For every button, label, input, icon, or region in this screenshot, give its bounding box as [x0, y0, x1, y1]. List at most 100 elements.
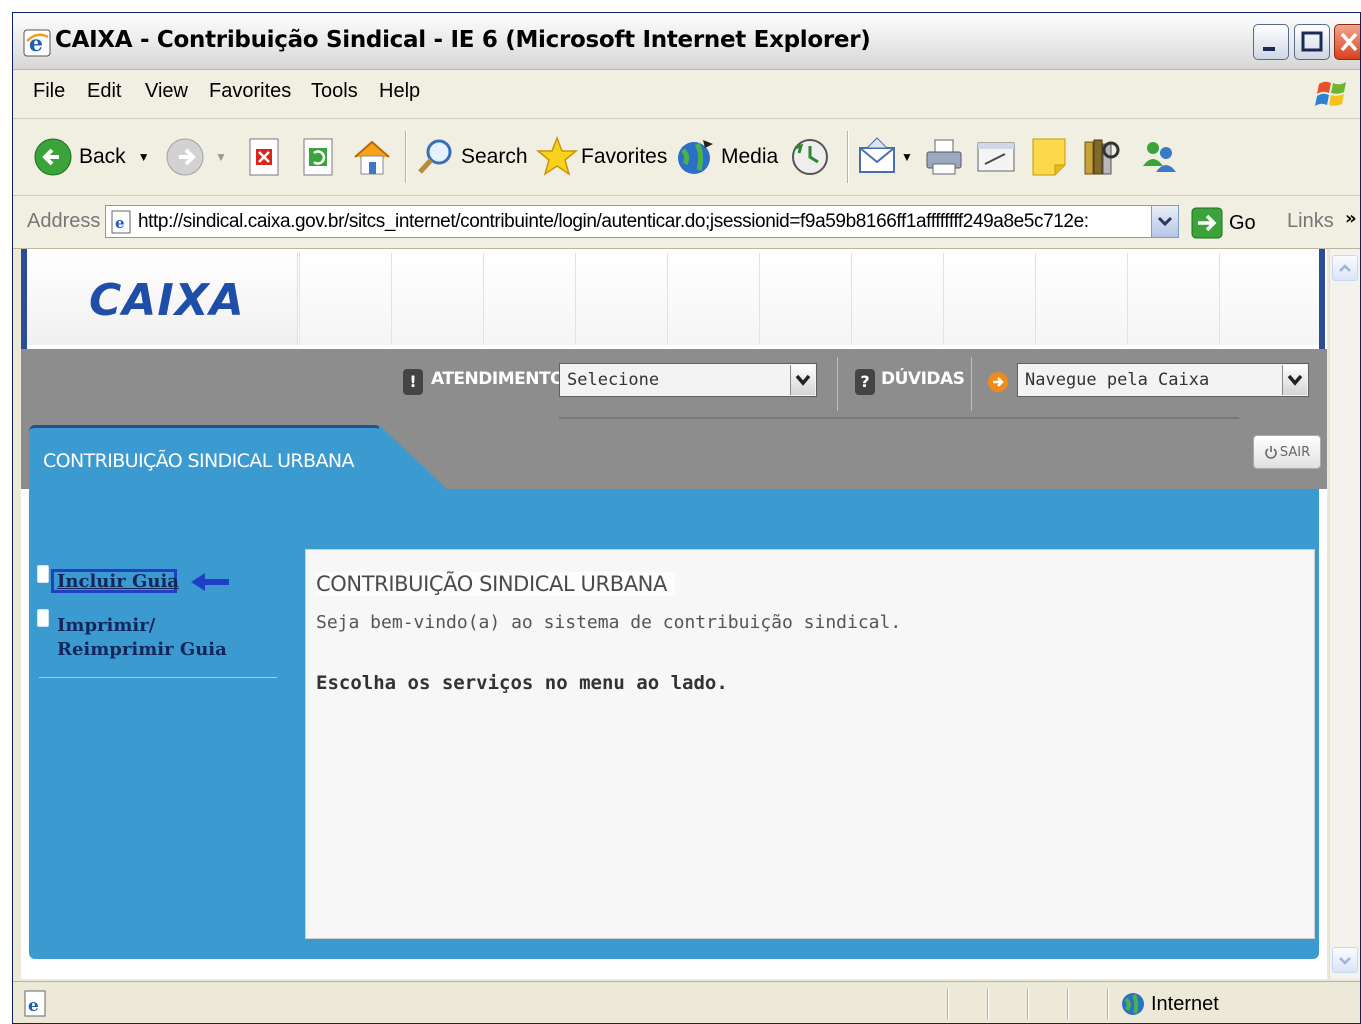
chevron-down-icon — [1287, 374, 1303, 386]
navegue-dropdown-button[interactable] — [1282, 365, 1307, 395]
messenger-button[interactable] — [1139, 137, 1181, 177]
chevron-right-icon[interactable]: » — [1345, 208, 1357, 229]
header-tile — [851, 253, 944, 345]
menu-imprimir-guia[interactable]: Imprimir/ — [57, 615, 155, 636]
menu-incluir-guia[interactable]: Incluir Guia — [57, 571, 179, 592]
notes-button[interactable] — [1029, 137, 1071, 177]
menu-edit[interactable]: Edit — [87, 80, 121, 103]
caixa-logo: CAIXA — [89, 275, 245, 326]
welcome-text: Seja bem-vindo(a) ao sistema de contribu… — [316, 612, 902, 633]
favorites-label: Favorites — [581, 145, 668, 168]
status-separator — [1067, 988, 1069, 1020]
exclamation-icon: ! — [403, 369, 423, 395]
sair-label: SAIR — [1279, 444, 1311, 460]
atendimento-dropdown-button[interactable] — [790, 365, 815, 395]
menu-view[interactable]: View — [145, 80, 188, 103]
favorites-star-icon — [535, 135, 579, 176]
vertical-scrollbar[interactable] — [1329, 249, 1360, 979]
menu-favorites[interactable]: Favorites — [209, 80, 291, 103]
zone-label: Internet — [1151, 992, 1219, 1015]
edit-page-button[interactable] — [975, 137, 1017, 177]
search-icon — [418, 139, 452, 174]
scroll-up-button[interactable] — [1332, 255, 1358, 281]
menu-help[interactable]: Help — [379, 80, 420, 103]
search-button[interactable]: Search — [415, 137, 528, 177]
refresh-button[interactable] — [301, 137, 335, 177]
maximize-button[interactable] — [1294, 24, 1330, 60]
menu-reimprimir-guia[interactable]: Reimprimir Guia — [57, 639, 227, 660]
status-separator — [987, 988, 989, 1020]
title-bar[interactable]: e CAIXA - Contribuição Sindical - IE 6 (… — [13, 13, 1360, 70]
header-tile — [759, 253, 852, 345]
instruction-text: Escolha os serviços no menu ao lado. — [316, 672, 728, 694]
welcome-panel: CONTRIBUIÇÃO SINDICAL URBANA Seja bem-vi… — [305, 549, 1315, 939]
menu-file[interactable]: File — [33, 80, 65, 103]
tab-contribuicao[interactable]: CONTRIBUIÇÃO SINDICAL URBANA — [29, 425, 381, 492]
header-tile — [667, 253, 760, 345]
duvidas-label[interactable]: DÚVIDAS — [881, 369, 965, 389]
toolbar-separator — [405, 131, 407, 183]
chevron-down-icon — [1157, 216, 1173, 227]
maximize-icon — [1301, 31, 1323, 52]
close-button[interactable] — [1334, 24, 1360, 60]
window-title: CAIXA - Contribuição Sindical - IE 6 (Mi… — [55, 27, 871, 53]
address-input[interactable]: e http://sindical.caixa.gov.br/sitcs_int… — [105, 205, 1179, 238]
printer-icon — [926, 139, 962, 175]
status-separator — [1107, 988, 1109, 1020]
site-header: CAIXA — [21, 249, 1327, 349]
media-button[interactable]: Media — [675, 137, 778, 177]
back-dropdown-icon[interactable]: ▼ — [138, 150, 150, 164]
service-bar: ! ATENDIMENTO Selecione ? DÚVIDAS Navegu… — [21, 349, 1327, 419]
forward-dropdown-icon[interactable]: ▼ — [215, 150, 227, 164]
address-label: Address — [27, 210, 101, 232]
navegue-select[interactable]: Navegue pela Caixa — [1017, 363, 1309, 397]
print-button[interactable] — [923, 137, 965, 177]
atendimento-select[interactable]: Selecione — [559, 363, 817, 397]
go-button[interactable]: Go — [1191, 207, 1256, 239]
research-button[interactable] — [1081, 137, 1123, 177]
links-label[interactable]: Links — [1287, 210, 1334, 233]
header-tile — [1127, 253, 1220, 345]
scroll-down-button[interactable] — [1332, 947, 1358, 973]
ie-logo-icon: e — [23, 29, 51, 57]
address-bar: Address e http://sindical.caixa.gov.br/s… — [13, 196, 1360, 249]
header-tile — [1035, 253, 1128, 345]
security-zone: Internet — [1121, 992, 1219, 1016]
forward-button[interactable]: ▼ — [165, 137, 227, 177]
page-icon: e — [111, 210, 131, 234]
mail-button[interactable]: ▼ — [857, 137, 913, 177]
mail-dropdown-icon[interactable]: ▼ — [901, 150, 913, 164]
menu-bar: File Edit View Favorites Tools Help — [13, 70, 1360, 119]
sair-button[interactable]: SAIR — [1253, 435, 1321, 469]
atendimento-label: ATENDIMENTO — [431, 369, 565, 389]
refresh-icon — [303, 138, 333, 176]
media-globe-icon — [678, 140, 713, 174]
address-dropdown-button[interactable] — [1151, 206, 1178, 237]
internet-globe-icon — [1122, 993, 1144, 1015]
tab-slope — [379, 425, 447, 489]
sticky-note-icon — [1032, 138, 1066, 176]
stop-button[interactable] — [247, 137, 281, 177]
browser-window: e CAIXA - Contribuição Sindical - IE 6 (… — [12, 12, 1361, 1024]
question-icon: ? — [855, 369, 875, 395]
arrow-right-circle-icon — [988, 372, 1008, 392]
logo-container[interactable]: CAIXA — [27, 253, 298, 345]
svg-text:e: e — [28, 996, 39, 1016]
power-icon — [1265, 446, 1277, 459]
bullet-icon — [37, 565, 49, 583]
history-button[interactable] — [789, 137, 831, 177]
go-label: Go — [1229, 211, 1256, 234]
header-tile — [299, 253, 392, 345]
back-button[interactable]: Back ▼ — [33, 137, 150, 177]
bar-divider — [837, 357, 838, 411]
address-url: http://sindical.caixa.gov.br/sitcs_inter… — [138, 211, 1089, 232]
minimize-button[interactable] — [1253, 24, 1289, 60]
favorites-button[interactable]: Favorites — [535, 135, 668, 177]
menu-tools[interactable]: Tools — [311, 80, 358, 103]
header-tile — [483, 253, 576, 345]
tab-title: CONTRIBUIÇÃO SINDICAL URBANA — [43, 450, 354, 472]
chevron-up-icon — [1339, 264, 1351, 272]
minimize-icon — [1263, 47, 1275, 51]
home-button[interactable] — [351, 137, 393, 177]
close-icon — [1340, 32, 1358, 52]
